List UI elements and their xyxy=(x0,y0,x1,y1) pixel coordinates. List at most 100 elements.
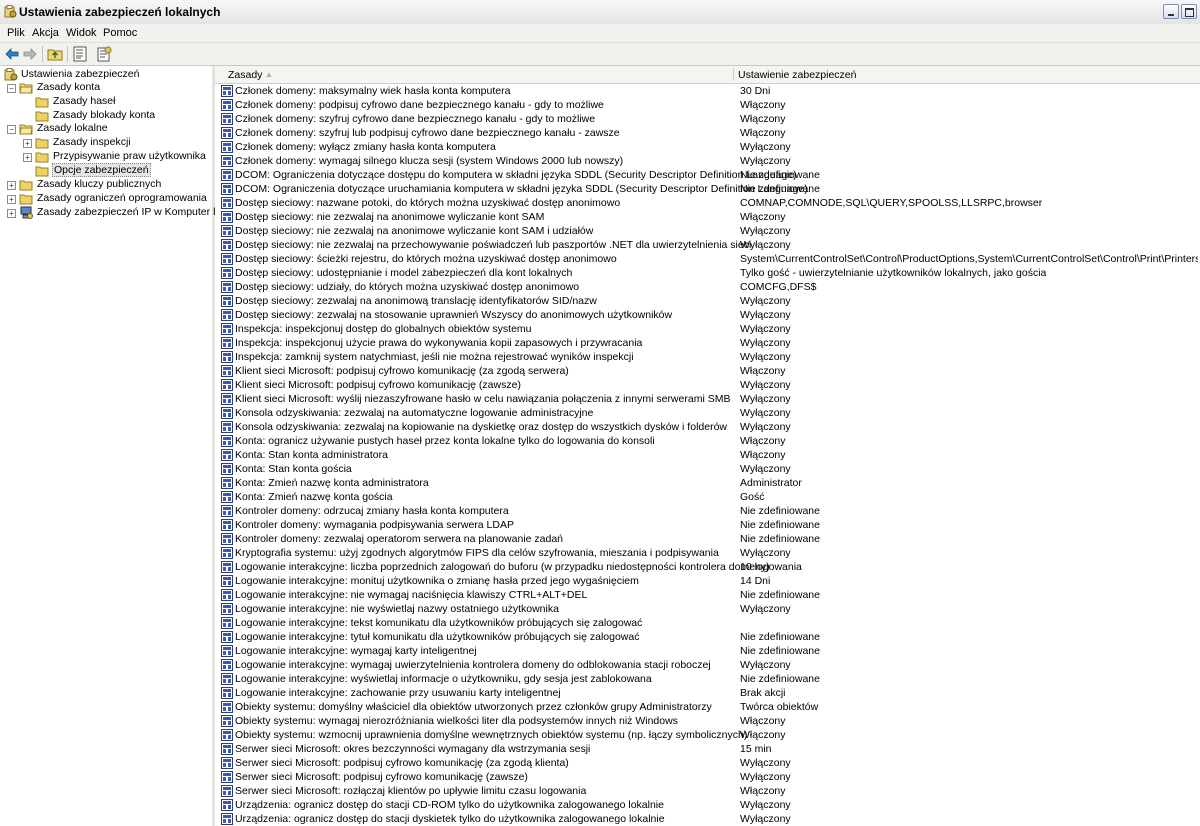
properties-icon[interactable] xyxy=(95,45,113,63)
column-header-policy[interactable]: Zasady xyxy=(228,69,262,81)
table-row[interactable]: DCOM: Ograniczenia dotyczące dostępu do … xyxy=(215,168,1200,182)
minimize-button[interactable] xyxy=(1163,4,1179,19)
table-row[interactable]: Inspekcja: zamknij system natychmiast, j… xyxy=(215,350,1200,364)
table-row[interactable]: Dostęp sieciowy: zezwalaj na anonimową t… xyxy=(215,294,1200,308)
table-row[interactable]: Kontroler domeny: zezwalaj operatorom se… xyxy=(215,532,1200,546)
menu-plik[interactable]: Plik xyxy=(7,27,25,39)
table-row[interactable]: Logowanie interakcyjne: monituj użytkown… xyxy=(215,574,1200,588)
table-row[interactable]: Dostęp sieciowy: udziały, do których moż… xyxy=(215,280,1200,294)
table-row[interactable]: Konta: Zmień nazwę konta gościa Gość xyxy=(215,490,1200,504)
policy-icon xyxy=(221,197,233,209)
policy-setting: Nie zdefiniowane xyxy=(740,505,820,517)
back-arrow-icon[interactable] xyxy=(3,45,21,63)
table-row[interactable]: Dostęp sieciowy: zezwalaj na stosowanie … xyxy=(215,308,1200,322)
table-row[interactable]: Klient sieci Microsoft: podpisuj cyfrowo… xyxy=(215,364,1200,378)
policy-setting: Wyłączony xyxy=(740,659,791,671)
table-row[interactable]: Urządzenia: ogranicz dostęp do stacji CD… xyxy=(215,798,1200,812)
table-row[interactable]: Serwer sieci Microsoft: okres bezczynnoś… xyxy=(215,742,1200,756)
expand-icon[interactable]: + xyxy=(23,153,32,162)
table-row[interactable]: Obiekty systemu: wzmocnij uprawnienia do… xyxy=(215,728,1200,742)
policy-setting: Gość xyxy=(740,491,765,503)
table-row[interactable]: Logowanie interakcyjne: tytuł komunikatu… xyxy=(215,630,1200,644)
table-row[interactable]: Inspekcja: inspekcjonuj użycie prawa do … xyxy=(215,336,1200,350)
table-row[interactable]: Logowanie interakcyjne: nie wyświetlaj n… xyxy=(215,602,1200,616)
policy-icon xyxy=(221,183,233,195)
table-row[interactable]: Dostęp sieciowy: nie zezwalaj na anonimo… xyxy=(215,224,1200,238)
table-row[interactable]: Logowanie interakcyjne: nie wymagaj naci… xyxy=(215,588,1200,602)
expand-icon[interactable]: + xyxy=(7,209,16,218)
table-row[interactable]: Członek domeny: szyfruj cyfrowo dane bez… xyxy=(215,112,1200,126)
table-row[interactable]: Logowanie interakcyjne: liczba poprzedni… xyxy=(215,560,1200,574)
table-row[interactable]: Logowanie interakcyjne: tekst komunikatu… xyxy=(215,616,1200,630)
table-row[interactable]: Dostęp sieciowy: nie zezwalaj na anonimo… xyxy=(215,210,1200,224)
expand-icon[interactable]: + xyxy=(23,139,32,148)
maximize-button[interactable] xyxy=(1181,4,1197,19)
table-row[interactable]: Serwer sieci Microsoft: rozłączaj klient… xyxy=(215,784,1200,798)
show-hide-tree-icon[interactable] xyxy=(71,45,89,63)
table-row[interactable]: Logowanie interakcyjne: zachowanie przy … xyxy=(215,686,1200,700)
policy-setting: Wyłączony xyxy=(740,239,791,251)
policy-name: Dostęp sieciowy: zezwalaj na anonimową t… xyxy=(235,295,597,307)
table-row[interactable]: Kryptografia systemu: użyj zgodnych algo… xyxy=(215,546,1200,560)
policy-rows: Członek domeny: maksymalny wiek hasła ko… xyxy=(215,84,1200,826)
table-row[interactable]: Konsola odzyskiwania: zezwalaj na automa… xyxy=(215,406,1200,420)
expand-icon[interactable]: + xyxy=(7,195,16,204)
table-row[interactable]: DCOM: Ograniczenia dotyczące uruchamiani… xyxy=(215,182,1200,196)
policy-icon xyxy=(221,477,233,489)
table-row[interactable]: Członek domeny: wyłącz zmiany hasła kont… xyxy=(215,140,1200,154)
table-row[interactable]: Dostęp sieciowy: udostępnianie i model z… xyxy=(215,266,1200,280)
policy-icon xyxy=(221,113,233,125)
policy-name: Członek domeny: szyfruj lub podpisuj cyf… xyxy=(235,127,620,139)
policy-setting: Wyłączony xyxy=(740,407,791,419)
folder-icon xyxy=(35,109,49,122)
column-header-setting[interactable]: Ustawienie zabezpieczeń xyxy=(738,69,856,81)
table-row[interactable]: Członek domeny: maksymalny wiek hasła ko… xyxy=(215,84,1200,98)
table-row[interactable]: Klient sieci Microsoft: wyślij niezaszyf… xyxy=(215,392,1200,406)
policy-setting: Nie zdefiniowane xyxy=(740,645,820,657)
table-row[interactable]: Inspekcja: inspekcjonuj dostęp do global… xyxy=(215,322,1200,336)
table-row[interactable]: Konta: Stan konta administratora Włączony xyxy=(215,448,1200,462)
column-divider[interactable] xyxy=(733,68,734,81)
policy-icon xyxy=(221,519,233,531)
table-row[interactable]: Konta: Zmień nazwę konta administratora A… xyxy=(215,476,1200,490)
table-row[interactable]: Logowanie interakcyjne: wymagaj karty in… xyxy=(215,644,1200,658)
table-row[interactable]: Serwer sieci Microsoft: podpisuj cyfrowo… xyxy=(215,770,1200,784)
policy-name: Konsola odzyskiwania: zezwalaj na automa… xyxy=(235,407,594,419)
table-row[interactable]: Dostęp sieciowy: nazwane potoki, do któr… xyxy=(215,196,1200,210)
table-row[interactable]: Urządzenia: ogranicz dostęp do stacji dy… xyxy=(215,812,1200,826)
menu-widok[interactable]: Widok xyxy=(66,27,97,39)
list-header: Zasady ▲ Ustawienie zabezpieczeń xyxy=(215,66,1200,84)
table-row[interactable]: Logowanie interakcyjne: wymagaj uwierzyt… xyxy=(215,658,1200,672)
table-row[interactable]: Członek domeny: szyfruj lub podpisuj cyf… xyxy=(215,126,1200,140)
collapse-icon[interactable]: − xyxy=(7,125,16,134)
table-row[interactable]: Dostęp sieciowy: ścieżki rejestru, do kt… xyxy=(215,252,1200,266)
table-row[interactable]: Dostęp sieciowy: nie zezwalaj na przecho… xyxy=(215,238,1200,252)
table-row[interactable]: Kontroler domeny: odrzucaj zmiany hasła … xyxy=(215,504,1200,518)
table-row[interactable]: Obiekty systemu: wymagaj nierozróżniania… xyxy=(215,714,1200,728)
policy-name: Konsola odzyskiwania: zezwalaj na kopiow… xyxy=(235,421,727,433)
table-row[interactable]: Obiekty systemu: domyślny właściciel dla… xyxy=(215,700,1200,714)
table-row[interactable]: Kontroler domeny: wymagania podpisywania… xyxy=(215,518,1200,532)
table-row[interactable]: Serwer sieci Microsoft: podpisuj cyfrowo… xyxy=(215,756,1200,770)
menu-akcja[interactable]: Akcja xyxy=(32,27,59,39)
table-row[interactable]: Konta: Stan konta gościa Wyłączony xyxy=(215,462,1200,476)
policy-setting: Wyłączony xyxy=(740,225,791,237)
forward-arrow-icon[interactable] xyxy=(21,45,39,63)
collapse-icon[interactable]: − xyxy=(7,84,16,93)
policy-name: Członek domeny: maksymalny wiek hasła ko… xyxy=(235,85,511,97)
policy-setting: Nie zdefiniowane xyxy=(740,533,820,545)
folder-open-icon xyxy=(19,81,33,94)
policy-setting: Wyłączony xyxy=(740,393,791,405)
table-row[interactable]: Konta: ogranicz używanie pustych haseł p… xyxy=(215,434,1200,448)
table-row[interactable]: Klient sieci Microsoft: podpisuj cyfrowo… xyxy=(215,378,1200,392)
expand-icon[interactable]: + xyxy=(7,181,16,190)
table-row[interactable]: Członek domeny: wymagaj silnego klucza s… xyxy=(215,154,1200,168)
menu-pomoc[interactable]: Pomoc xyxy=(103,27,137,39)
table-row[interactable]: Konsola odzyskiwania: zezwalaj na kopiow… xyxy=(215,420,1200,434)
table-row[interactable]: Członek domeny: podpisuj cyfrowo dane be… xyxy=(215,98,1200,112)
policy-name: Inspekcja: inspekcjonuj użycie prawa do … xyxy=(235,337,643,349)
table-row[interactable]: Logowanie interakcyjne: wyświetlaj infor… xyxy=(215,672,1200,686)
up-folder-icon[interactable] xyxy=(46,45,64,63)
policy-icon xyxy=(221,407,233,419)
policy-name: Obiekty systemu: domyślny właściciel dla… xyxy=(235,701,712,713)
